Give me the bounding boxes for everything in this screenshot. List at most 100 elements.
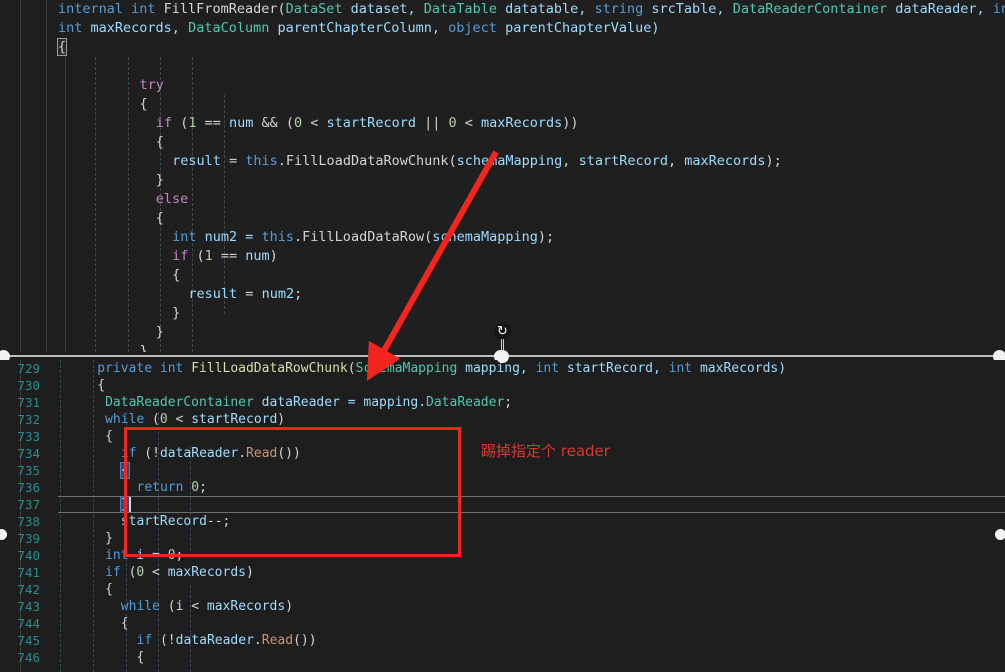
code-text: } bbox=[58, 323, 164, 342]
code-line[interactable]: { bbox=[0, 38, 1005, 57]
code-token: SchemaMapping bbox=[355, 361, 458, 376]
code-token: } bbox=[105, 531, 113, 546]
code-line[interactable]: 732 while (0 < startRecord) bbox=[0, 411, 1005, 428]
code-text: } bbox=[58, 496, 130, 513]
code-token: this bbox=[245, 153, 278, 169]
code-token: { bbox=[155, 134, 164, 150]
code-line[interactable]: 738 startRecord--; bbox=[0, 513, 1005, 530]
code-token: num bbox=[228, 115, 254, 131]
code-token: || bbox=[415, 115, 449, 131]
code-line[interactable]: 743 while (i < maxRecords) bbox=[0, 598, 1005, 615]
code-token: return bbox=[136, 480, 184, 495]
code-line[interactable]: int maxRecords, DataColumn parentChapter… bbox=[0, 19, 1005, 38]
code-line[interactable]: 744 { bbox=[0, 615, 1005, 632]
code-token: { bbox=[136, 650, 145, 665]
code-line[interactable] bbox=[0, 57, 1005, 76]
code-token: this bbox=[261, 229, 295, 245]
code-token: } bbox=[119, 496, 130, 513]
code-token: , bbox=[667, 153, 685, 169]
code-token: try bbox=[139, 77, 164, 93]
line-number: 730 bbox=[17, 378, 40, 393]
code-line[interactable]: int num2 = this.FillLoadDataRow(schemaMa… bbox=[0, 228, 1005, 247]
code-token: mapping bbox=[363, 395, 419, 410]
code-token: < bbox=[144, 565, 168, 580]
code-line[interactable]: { bbox=[0, 133, 1005, 152]
code-token: ); bbox=[537, 229, 555, 245]
code-token: { bbox=[56, 38, 68, 56]
code-text: int i = 0; bbox=[58, 547, 183, 564]
code-token: else bbox=[155, 191, 189, 207]
code-line[interactable]: 731 DataReaderContainer dataReader = mapp… bbox=[0, 394, 1005, 411]
line-number: 738 bbox=[17, 514, 40, 529]
code-line[interactable]: internal int FillFromReader(DataSet data… bbox=[0, 0, 1005, 19]
code-token: int bbox=[172, 229, 197, 245]
code-token: ( bbox=[120, 565, 137, 580]
code-line[interactable]: { bbox=[0, 95, 1005, 114]
code-token: maxRecords bbox=[684, 153, 766, 169]
line-number: 729 bbox=[17, 361, 40, 376]
code-token: { bbox=[120, 616, 129, 631]
code-line[interactable]: 736 return 0; bbox=[0, 479, 1005, 496]
code-token: dataReader bbox=[159, 446, 239, 461]
current-line-highlight bbox=[58, 496, 1005, 513]
code-token: { bbox=[139, 96, 148, 112]
code-line[interactable]: try bbox=[0, 76, 1005, 95]
code-token: ; bbox=[175, 548, 184, 563]
code-token: if bbox=[136, 633, 153, 648]
code-line[interactable]: 737} bbox=[0, 496, 1005, 513]
code-line[interactable]: 740 int i = 0; bbox=[0, 547, 1005, 564]
code-token: parentChapterValue) bbox=[496, 20, 660, 36]
code-line[interactable]: { bbox=[0, 266, 1005, 285]
code-text: { bbox=[58, 266, 180, 285]
code-token: = bbox=[237, 286, 262, 302]
line-number: 735 bbox=[17, 463, 40, 478]
refresh-marker-knob[interactable] bbox=[496, 350, 509, 363]
line-number: 740 bbox=[17, 548, 40, 563]
code-token: DataReader bbox=[426, 395, 505, 410]
code-token: } bbox=[155, 172, 164, 188]
code-line[interactable]: 730 { bbox=[0, 377, 1005, 394]
code-token: ( bbox=[424, 229, 433, 245]
code-token: . bbox=[277, 153, 286, 169]
top-code-pane[interactable]: internal int FillFromReader(DataSet data… bbox=[0, 0, 1005, 352]
code-token: ( bbox=[188, 248, 205, 264]
code-line[interactable]: result = this.FillLoadDataRowChunk(schem… bbox=[0, 152, 1005, 171]
code-token: dataset, bbox=[342, 1, 424, 17]
code-token: --; bbox=[206, 514, 231, 529]
code-line[interactable]: 739} bbox=[0, 530, 1005, 547]
code-line[interactable]: result = num2; bbox=[0, 285, 1005, 304]
code-token: parentChapterColumn, bbox=[269, 20, 449, 36]
code-line[interactable]: 741 if (0 < maxRecords) bbox=[0, 564, 1005, 581]
code-text: int num2 = this.FillLoadDataRow(schemaMa… bbox=[58, 228, 554, 247]
code-token: string bbox=[594, 1, 644, 17]
refresh-icon[interactable]: ↻ bbox=[494, 323, 511, 340]
code-token: startRecord bbox=[191, 412, 278, 427]
code-token: ( bbox=[277, 1, 286, 17]
code-token: internal bbox=[58, 1, 132, 17]
code-token: mapping, bbox=[457, 361, 536, 376]
code-line[interactable]: 742 { bbox=[0, 581, 1005, 598]
code-line[interactable]: 746 { bbox=[0, 649, 1005, 666]
code-token: DataReaderContainer bbox=[105, 395, 254, 410]
scroll-marker-right[interactable] bbox=[995, 529, 1005, 540]
code-line[interactable]: if (1 == num && (0 < startRecord || 0 < … bbox=[0, 114, 1005, 133]
code-line[interactable]: 735 { bbox=[0, 462, 1005, 479]
bottom-code-pane[interactable]: 729 private int FillLoadDataRowChunk(Sche… bbox=[0, 360, 1005, 672]
code-token: int bbox=[58, 20, 83, 36]
code-line[interactable]: 745 if (!dataReader.Read()) bbox=[0, 632, 1005, 649]
code-token: ); bbox=[765, 153, 782, 169]
code-line[interactable]: { bbox=[0, 209, 1005, 228]
code-text: result = this.FillLoadDataRowChunk(schem… bbox=[58, 152, 782, 171]
code-token: int bbox=[992, 1, 1005, 17]
code-text: { bbox=[58, 428, 113, 445]
code-text: if (1 == num) bbox=[58, 247, 278, 266]
code-token: Read bbox=[246, 446, 278, 461]
code-text: { bbox=[58, 133, 164, 152]
code-line[interactable]: } bbox=[0, 304, 1005, 323]
code-line[interactable]: if (1 == num) bbox=[0, 247, 1005, 266]
code-line[interactable]: else bbox=[0, 190, 1005, 209]
code-token: < bbox=[167, 412, 192, 427]
code-token: startRecord, bbox=[559, 361, 669, 376]
code-line[interactable]: } bbox=[0, 171, 1005, 190]
code-token: )) bbox=[562, 115, 579, 131]
